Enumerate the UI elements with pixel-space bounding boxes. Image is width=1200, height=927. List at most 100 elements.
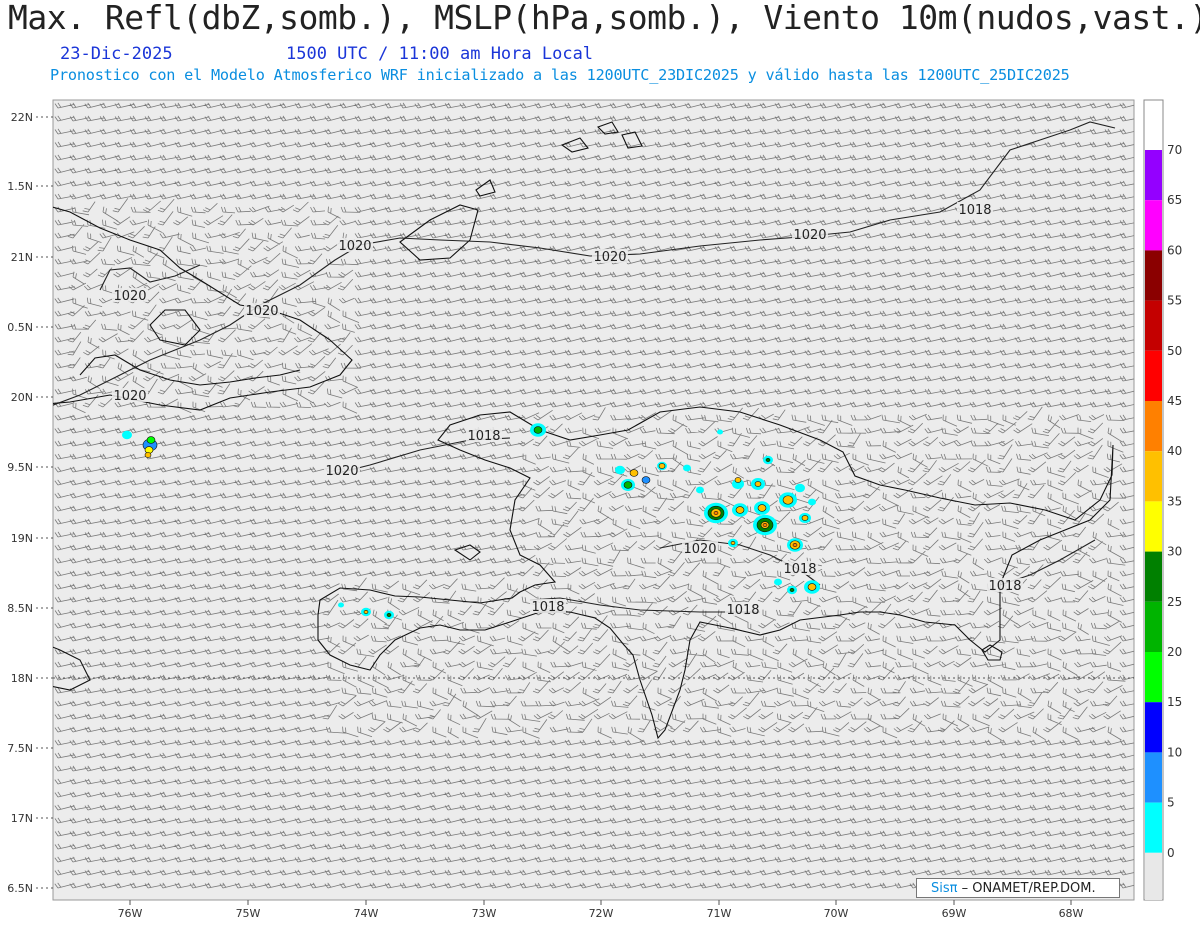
colorbar-swatch (1145, 802, 1162, 853)
reflectivity-cell (765, 457, 771, 462)
isobar-label: 1018 (958, 203, 991, 218)
latitude-axis: 22N 1.5N 21N 0.5N 20N 9.5N 19N 8.5N 18N 7.5N 17N 6.… (7, 111, 53, 895)
isobar-label: 1018 (531, 600, 564, 615)
reflectivity-cell (122, 430, 132, 440)
colorbar-label: 10 (1167, 745, 1182, 759)
reflectivity-cell (629, 469, 639, 477)
longitude-tick-label: 74W (354, 907, 379, 920)
isobar-label: 1018 (467, 429, 500, 444)
longitude-tick-label: 68W (1059, 907, 1084, 920)
reflectivity-cell (789, 587, 795, 592)
colorbar-swatch (1145, 501, 1162, 552)
isobar-label: 1018 (726, 603, 759, 618)
colorbar-swatch (1145, 250, 1162, 301)
reflectivity-cell (658, 463, 666, 469)
latitude-tick-label: 0.5N (7, 321, 33, 334)
reflectivity-cell (782, 495, 794, 505)
colorbar-label: 35 (1167, 494, 1182, 508)
isobar-label: 1020 (325, 464, 358, 479)
reflectivity-cell (623, 481, 633, 489)
reflectivity-cell (801, 515, 809, 521)
isobar-label: 1018 (783, 562, 816, 577)
isobar-label: 1020 (113, 289, 146, 304)
latitude-tick-label: 8.5N (7, 602, 33, 615)
isobar-label: 1018 (988, 579, 1021, 594)
isobar-label: 1020 (593, 250, 626, 265)
longitude-tick-label: 76W (118, 907, 143, 920)
reflectivity-cell (696, 486, 704, 494)
colorbar-label: 15 (1167, 695, 1182, 709)
reflectivity-cell (363, 609, 369, 614)
colorbar-label: 20 (1167, 645, 1182, 659)
reflectivity-cell (792, 542, 798, 547)
reflectivity-cell (757, 504, 767, 512)
colorbar-swatch (1145, 300, 1162, 351)
latitude-tick-label: 9.5N (7, 461, 33, 474)
colorbar-swatch (1145, 451, 1162, 502)
reflectivity-cell (641, 476, 651, 484)
reflectivity-cell (713, 510, 719, 515)
colorbar-swatch (1145, 752, 1162, 803)
longitude-tick-label: 71W (707, 907, 732, 920)
reflectivity-cell (735, 506, 745, 514)
colorbar-label: 0 (1167, 846, 1175, 860)
reflectivity-cell (683, 464, 691, 472)
colorbar-swatch (1145, 852, 1162, 900)
colorbar-label: 70 (1167, 143, 1182, 157)
colorbar-label: 50 (1167, 344, 1182, 358)
colorbar-swatch (1145, 601, 1162, 652)
longitude-tick-label: 69W (942, 907, 967, 920)
longitude-tick-label: 72W (589, 907, 614, 920)
latitude-tick-label: 1.5N (7, 180, 33, 193)
colorbar-swatch (1145, 652, 1162, 703)
isobar-label: 1020 (113, 389, 146, 404)
latitude-tick-label: 19N (11, 532, 33, 545)
reflectivity-cell (774, 578, 782, 586)
organization-text: – ONAMET/REP.DOM. (961, 881, 1096, 896)
reflectivity-cell (762, 522, 768, 527)
colorbar-label: 30 (1167, 545, 1182, 559)
colorbar-label: 40 (1167, 444, 1182, 458)
reflectivity-cell (808, 498, 816, 506)
reflectivity-cell (144, 452, 152, 458)
colorbar-label: 55 (1167, 294, 1182, 308)
longitude-tick-label: 70W (824, 907, 849, 920)
isobar-label: 1020 (683, 542, 716, 557)
reflectivity-cell (734, 477, 742, 483)
latitude-tick-label: 18N (11, 672, 33, 685)
colorbar-swatch (1145, 200, 1162, 251)
reflectivity-cell (615, 465, 625, 475)
reflectivity-cell (533, 426, 543, 434)
latitude-tick-label: 7.5N (7, 742, 33, 755)
colorbar-label: 25 (1167, 595, 1182, 609)
isobar-label: 1020 (338, 239, 371, 254)
reflectivity-cell (386, 612, 392, 617)
colorbar-swatch (1145, 702, 1162, 753)
reflectivity-cell (807, 583, 817, 591)
sispi-logo-text: Sisπ (931, 881, 958, 896)
colorbar-label: 65 (1167, 193, 1182, 207)
colorbar-swatch (1145, 150, 1162, 201)
latitude-tick-label: 17N (11, 812, 33, 825)
reflectivity-colorbar: 7065605550454035302520151050 (1143, 99, 1182, 901)
colorbar-label: 45 (1167, 394, 1182, 408)
isobar-label: 1020 (245, 304, 278, 319)
latitude-tick-label: 6.5N (7, 882, 33, 895)
reflectivity-cell (338, 602, 344, 608)
credit-box: Sisπ – ONAMET/REP.DOM. (916, 878, 1120, 898)
reflectivity-cell (730, 540, 736, 545)
isobar-label: 1020 (793, 228, 826, 243)
weather-map: 1020102010201020102010201018101810201020… (7, 99, 1182, 920)
longitude-axis: 76W 75W 74W 73W 72W 71W 70W 69W 68W (118, 900, 1084, 920)
colorbar-swatch (1145, 551, 1162, 602)
reflectivity-cell (717, 429, 723, 435)
colorbar-label: 5 (1167, 796, 1175, 810)
latitude-tick-label: 22N (11, 111, 33, 124)
reflectivity-cell (795, 483, 805, 493)
latitude-tick-label: 21N (11, 251, 33, 264)
colorbar-swatch (1145, 350, 1162, 401)
colorbar-swatch (1145, 401, 1162, 452)
longitude-tick-label: 73W (472, 907, 497, 920)
latitude-tick-label: 20N (11, 391, 33, 404)
reflectivity-cell (754, 481, 762, 487)
